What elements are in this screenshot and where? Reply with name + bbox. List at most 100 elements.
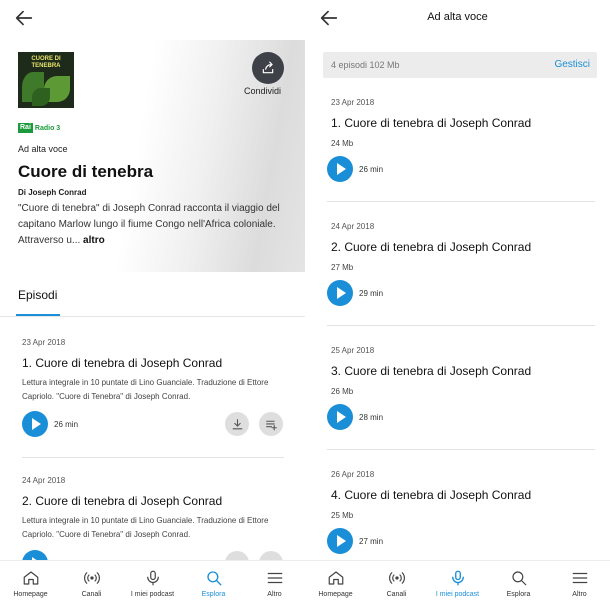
episode-size: 25 Mb — [331, 511, 354, 520]
episode-duration: 29 min — [359, 289, 384, 298]
share-label: Condividi — [244, 86, 282, 96]
tab-episodi[interactable]: Episodi — [18, 288, 57, 302]
description-text: "Cuore di tenebra" di Joseph Conrad racc… — [18, 203, 280, 246]
nav-item-i-miei-podcast[interactable]: I miei podcast — [122, 561, 183, 606]
play-button[interactable] — [327, 280, 353, 306]
rai-logo-box: Rai — [18, 123, 33, 133]
episode-divider — [327, 449, 595, 450]
downloaded-episode[interactable]: 23 Apr 2018 1. Cuore di tenebra di Josep… — [305, 90, 610, 200]
download-button[interactable] — [225, 412, 249, 436]
episode-date: 26 Apr 2018 — [331, 470, 375, 479]
play-icon — [337, 163, 346, 175]
page-title: Ad alta voce — [427, 11, 488, 23]
nav-item-esplora[interactable]: Esplora — [488, 561, 549, 606]
episode-date: 24 Apr 2018 — [22, 476, 66, 485]
home-icon — [23, 571, 38, 585]
downloaded-episode[interactable]: 25 Apr 2018 3. Cuore di tenebra di Josep… — [305, 338, 610, 448]
episode-size: 24 Mb — [331, 139, 354, 148]
podcast-detail-screen: CUORE DI TENEBRA Condividi Rai Radio 3 A… — [0, 0, 305, 606]
broadcast-icon — [83, 572, 100, 584]
play-icon — [337, 535, 346, 547]
download-icon — [232, 418, 242, 429]
downloads-summary: 4 episodi 102 Mb — [331, 60, 400, 70]
play-button[interactable] — [22, 411, 48, 437]
rai-logo-text: Radio 3 — [34, 124, 61, 132]
program-name: Ad alta voce — [18, 144, 68, 154]
episode-description: Lettura integrale in 10 puntate di Lino … — [22, 516, 269, 539]
episode-title: 1. Cuore di tenebra di Joseph Conrad — [331, 116, 532, 130]
podcast-title: Cuore di tenebra — [18, 162, 154, 181]
rai-radio3-logo: Rai Radio 3 — [18, 123, 60, 133]
downloaded-episode[interactable]: 24 Apr 2018 2. Cuore di tenebra di Josep… — [305, 214, 610, 324]
menu-icon — [572, 572, 587, 584]
episode-title: 2. Cuore di tenebra di Joseph Conrad — [22, 494, 223, 508]
bottom-navigation: Homepage Canali I miei podcast Esplora A… — [305, 560, 610, 606]
manage-button[interactable]: Gestisci — [554, 59, 590, 70]
nav-item-altro[interactable]: Altro — [549, 561, 610, 606]
downloaded-episode[interactable]: 26 Apr 2018 4. Cuore di tenebra di Josep… — [305, 462, 610, 560]
bottom-navigation: Homepage Canali I miei podcast Esplora A… — [0, 560, 305, 606]
nav-label: Altro — [267, 591, 282, 598]
playlist-add-icon — [265, 420, 277, 430]
share-button[interactable] — [252, 52, 284, 84]
add-to-playlist-button[interactable] — [259, 412, 283, 436]
play-icon — [337, 287, 346, 299]
nav-item-i-miei-podcast[interactable]: I miei podcast — [427, 561, 488, 606]
episode-date: 23 Apr 2018 — [22, 338, 66, 347]
search-icon — [511, 571, 526, 586]
episode-size: 27 Mb — [331, 263, 354, 272]
episode-card[interactable]: 23 Apr 2018 1. Cuore di tenebra di Josep… — [0, 330, 305, 450]
nav-item-altro[interactable]: Altro — [244, 561, 305, 606]
menu-icon — [267, 572, 282, 584]
downloads-summary-bar: 4 episodi 102 Mb Gestisci — [323, 52, 597, 78]
back-arrow-icon[interactable] — [13, 7, 35, 29]
episode-divider — [327, 201, 595, 202]
cover-title: CUORE DI TENEBRA — [31, 56, 61, 69]
share-icon — [262, 61, 274, 74]
episode-description: Lettura integrale in 10 puntate di Lino … — [22, 378, 269, 401]
episode-duration: 28 min — [359, 413, 384, 422]
podcast-description: "Cuore di tenebra" di Joseph Conrad racc… — [18, 201, 288, 249]
nav-item-canali[interactable]: Canali — [61, 561, 122, 606]
microphone-icon — [146, 570, 159, 586]
search-icon — [206, 571, 221, 586]
nav-label: Esplora — [506, 591, 531, 598]
microphone-icon — [451, 570, 464, 586]
episode-card[interactable]: 24 Apr 2018 2. Cuore di tenebra di Josep… — [0, 468, 305, 576]
nav-label: Homepage — [318, 591, 353, 598]
nav-label: I miei podcast — [435, 591, 480, 598]
nav-label: Canali — [81, 591, 102, 598]
nav-label: Canali — [386, 591, 407, 598]
play-icon — [32, 418, 41, 430]
my-podcasts-screen: Ad alta voce 4 episodi 102 Mb Gestisci 2… — [305, 0, 610, 606]
podcast-cover-image: CUORE DI TENEBRA — [18, 52, 74, 108]
episode-divider — [22, 457, 284, 458]
episode-title: 4. Cuore di tenebra di Joseph Conrad — [331, 488, 532, 502]
episode-date: 24 Apr 2018 — [331, 222, 375, 231]
episode-title: 1. Cuore di tenebra di Joseph Conrad — [22, 356, 223, 370]
nav-item-homepage[interactable]: Homepage — [0, 561, 61, 606]
broadcast-icon — [388, 572, 405, 584]
episode-divider — [327, 325, 595, 326]
play-icon — [337, 411, 346, 423]
read-more-link[interactable]: altro — [83, 235, 105, 246]
episode-title: 3. Cuore di tenebra di Joseph Conrad — [331, 364, 532, 378]
episode-title: 2. Cuore di tenebra di Joseph Conrad — [331, 240, 532, 254]
play-button[interactable] — [327, 156, 353, 182]
episode-date: 25 Apr 2018 — [331, 346, 375, 355]
nav-item-homepage[interactable]: Homepage — [305, 561, 366, 606]
nav-label: Homepage — [13, 591, 48, 598]
episode-duration: 27 min — [359, 537, 384, 546]
episode-size: 26 Mb — [331, 387, 354, 396]
play-button[interactable] — [327, 404, 353, 430]
nav-label: I miei podcast — [130, 591, 175, 598]
episode-date: 23 Apr 2018 — [331, 98, 375, 107]
nav-label: Esplora — [201, 591, 226, 598]
home-icon — [328, 571, 343, 585]
nav-item-canali[interactable]: Canali — [366, 561, 427, 606]
play-button[interactable] — [327, 528, 353, 554]
tab-divider — [0, 316, 305, 317]
nav-item-esplora[interactable]: Esplora — [183, 561, 244, 606]
podcast-author: Di Joseph Conrad — [18, 188, 87, 197]
nav-label: Altro — [572, 591, 587, 598]
